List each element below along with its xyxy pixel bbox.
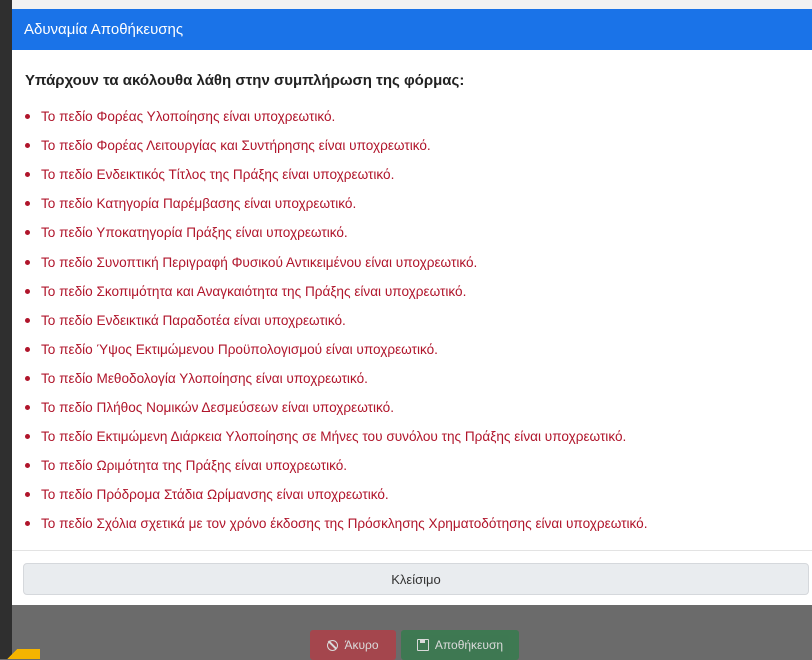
error-item: Το πεδίο Πλήθος Νομικών Δεσμεύσεων είναι…: [22, 393, 812, 422]
error-item: Το πεδίο Σχόλια σχετικά με τον χρόνο έκδ…: [22, 509, 812, 538]
error-item: Το πεδίο Σκοπιμότητα και Αναγκαιότητα τη…: [22, 277, 812, 306]
error-text: Το πεδίο Φορέας Λειτουργίας και Συντήρησ…: [41, 138, 431, 154]
dialog-footer: Κλείσιμο: [12, 550, 812, 605]
error-text: Το πεδίο Εκτιμώμενη Διάρκεια Υλοποίησης …: [41, 429, 627, 445]
bullet-icon: [25, 346, 30, 352]
dialog-title: Αδυναμία Αποθήκευσης: [24, 21, 184, 38]
error-text: Το πεδίο Κατηγορία Παρέμβασης είναι υποχ…: [41, 196, 357, 212]
error-text: Το πεδίο Ενδεικτικός Τίτλος της Πράξης ε…: [41, 167, 395, 183]
dialog-header: Αδυναμία Αποθήκευσης: [12, 9, 812, 50]
error-text: Το πεδίο Φορέας Υλοποίησης είναι υποχρεω…: [41, 109, 336, 125]
error-item: Το πεδίο Ενδεικτικά Παραδοτέα είναι υποχ…: [22, 306, 812, 335]
error-text: Το πεδίο Σχόλια σχετικά με τον χρόνο έκδ…: [41, 516, 648, 532]
error-item: Το πεδίο Φορέας Λειτουργίας και Συντήρησ…: [22, 131, 812, 160]
error-text: Το πεδίο Συνοπτική Περιγραφή Φυσικού Αντ…: [41, 254, 478, 270]
error-text: Το πεδίο Ωριμότητα της Πράξης είναι υποχ…: [41, 458, 348, 474]
bullet-icon: [25, 143, 30, 149]
bullet-icon: [25, 463, 30, 469]
cancel-button[interactable]: Άκυρο: [310, 630, 396, 660]
error-text: Το πεδίο Μεθοδολογία Υλοποίησης είναι υπ…: [41, 370, 368, 386]
bullet-icon: [25, 114, 30, 120]
cancel-label: Άκυρο: [344, 638, 379, 652]
bullet-icon: [25, 375, 30, 381]
bullet-icon: [25, 230, 30, 236]
error-item: Το πεδίο Φορέας Υλοποίησης είναι υποχρεω…: [22, 102, 812, 131]
error-intro: Υπάρχουν τα ακόλουθα λάθη στην συμπλήρωσ…: [25, 72, 465, 89]
error-item: Το πεδίο Υποκατηγορία Πράξης είναι υποχρ…: [22, 218, 812, 247]
bullet-icon: [25, 201, 30, 207]
close-button[interactable]: Κλείσιμο: [23, 563, 809, 595]
error-list: Το πεδίο Φορέας Υλοποίησης είναι υποχρεω…: [22, 102, 812, 538]
save-icon: [416, 639, 429, 651]
save-button[interactable]: Αποθήκευση: [401, 630, 519, 660]
background-form-actions: Άκυρο Αποθήκευση: [310, 630, 519, 660]
error-text: Το πεδίο Πρόδρομα Στάδια Ωρίμανσης είναι…: [41, 487, 389, 503]
bullet-icon: [25, 521, 30, 527]
dialog-body: Υπάρχουν τα ακόλουθα λάθη στην συμπλήρωσ…: [12, 50, 812, 538]
error-item: Το πεδίο Ωριμότητα της Πράξης είναι υποχ…: [22, 451, 812, 480]
bullet-icon: [25, 434, 30, 440]
corner-accent: [0, 649, 40, 659]
ban-icon: [327, 639, 339, 651]
error-item: Το πεδίο Ύψος Εκτιμώμενου Προϋπολογισμού…: [22, 335, 812, 364]
bullet-icon: [25, 404, 30, 410]
bullet-icon: [25, 492, 30, 498]
bullet-icon: [25, 317, 30, 323]
save-label: Αποθήκευση: [434, 638, 504, 652]
page-left-edge: [0, 0, 12, 659]
error-text: Το πεδίο Σκοπιμότητα και Αναγκαιότητα τη…: [41, 283, 467, 299]
error-text: Το πεδίο Πλήθος Νομικών Δεσμεύσεων είναι…: [41, 399, 394, 415]
error-item: Το πεδίο Συνοπτική Περιγραφή Φυσικού Αντ…: [22, 247, 812, 276]
error-item: Το πεδίο Εκτιμώμενη Διάρκεια Υλοποίησης …: [22, 422, 812, 451]
error-item: Το πεδίο Πρόδρομα Στάδια Ωρίμανσης είναι…: [22, 480, 812, 509]
bullet-icon: [25, 259, 30, 265]
bullet-icon: [25, 288, 30, 294]
error-text: Το πεδίο Ενδεικτικά Παραδοτέα είναι υποχ…: [41, 312, 346, 328]
bullet-icon: [25, 172, 30, 178]
save-error-dialog: Αδυναμία Αποθήκευσης Υπάρχουν τα ακόλουθ…: [12, 9, 812, 605]
error-item: Το πεδίο Κατηγορία Παρέμβασης είναι υποχ…: [22, 189, 812, 218]
error-text: Το πεδίο Ύψος Εκτιμώμενου Προϋπολογισμού…: [41, 341, 438, 357]
error-item: Το πεδίο Μεθοδολογία Υλοποίησης είναι υπ…: [22, 364, 812, 393]
error-text: Το πεδίο Υποκατηγορία Πράξης είναι υποχρ…: [41, 225, 348, 241]
window-top-edge: [0, 0, 812, 9]
error-item: Το πεδίο Ενδεικτικός Τίτλος της Πράξης ε…: [22, 160, 812, 189]
